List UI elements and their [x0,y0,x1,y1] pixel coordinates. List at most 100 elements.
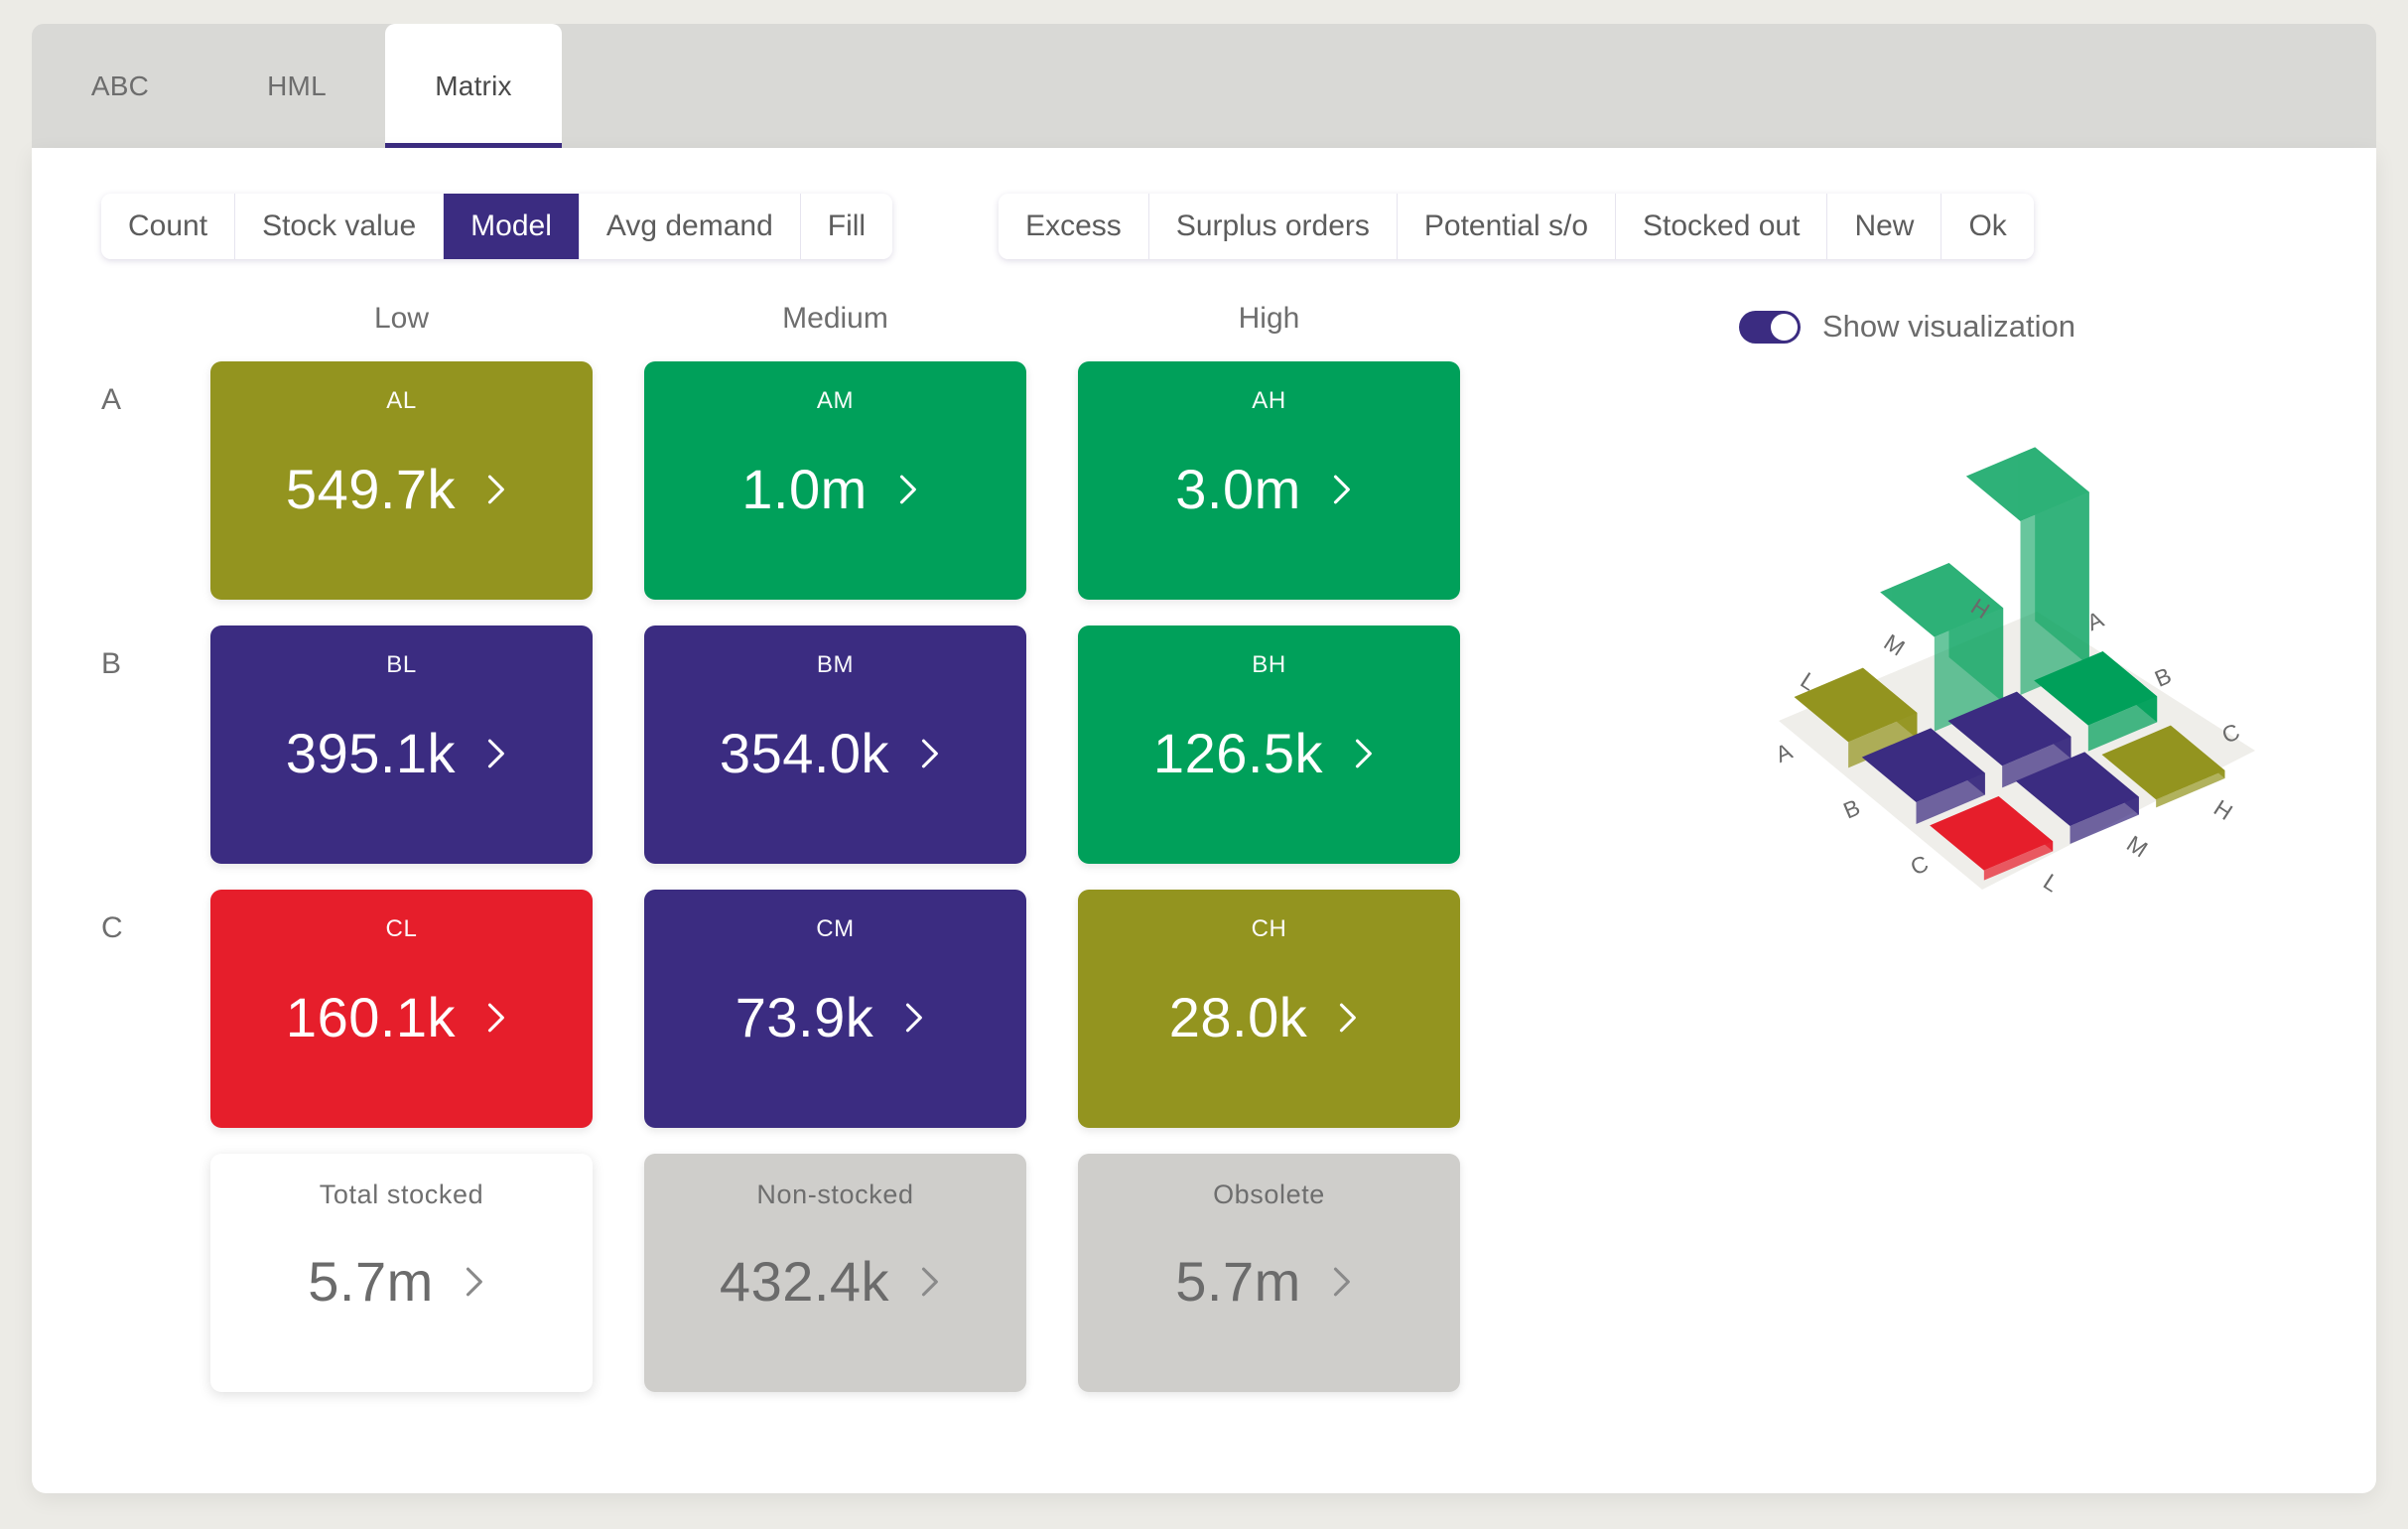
chevron-right-icon[interactable] [473,468,517,511]
seg-button-ok[interactable]: Ok [1941,194,2033,259]
matrix-row-cards: CL 160.1k CM 73.9k CH 28.0k [210,890,1460,1128]
chevron-right-icon[interactable] [885,468,929,511]
matrix-cell-al[interactable]: AL 549.7k [210,361,593,600]
tab-label: HML [267,70,327,102]
matrix-column-header-low: Low [210,302,593,361]
show-visualization-toggle[interactable] [1739,311,1801,344]
chevron-right-icon[interactable] [1319,1260,1363,1304]
matrix-cell-value-row: 126.5k [1078,721,1460,785]
tab-hml[interactable]: HML [208,24,385,148]
chart-axis-label-row-b: B [1839,794,1863,824]
matrix-cell-ah[interactable]: AH 3.0m [1078,361,1460,600]
matrix-cell-value: 3.0m [1175,457,1301,521]
summary-card-value-row: 5.7m [1078,1249,1460,1314]
seg-button-stock-value[interactable]: Stock value [235,194,444,259]
matrix-cell-code: BM [644,651,1026,679]
seg-button-excess[interactable]: Excess [999,194,1149,259]
chevron-right-icon[interactable] [473,996,517,1040]
chart-axis-label-col-h: H [2209,794,2237,825]
chart-axis-label-col-top-m: M [1879,628,1909,660]
matrix-column-headers: LowMediumHigh [210,302,1540,361]
summary-card-value: 5.7m [1175,1249,1301,1314]
matrix-cell-bh[interactable]: BH 126.5k [1078,626,1460,864]
chevron-right-icon[interactable] [452,1260,495,1304]
matrix-summary-row: Total stocked5.7m Non-stocked 432.4k Obsole… [101,1154,1540,1392]
main-panel: CountStock valueModelAvg demandFill Exce… [32,148,2376,1493]
matrix-cell-cm[interactable]: CM 73.9k [644,890,1026,1128]
tab-label: Matrix [435,70,511,102]
tab-label: ABC [91,70,149,102]
tab-abc[interactable]: ABC [32,24,208,148]
show-visualization-row: Show visualization [1739,302,2354,351]
matrix-cell-code: CL [210,915,593,943]
matrix-row: CCL160.1kCM73.9kCH28.0k [101,890,1540,1128]
visualization-area: Show visualization ABCABCLMHLMH [1739,302,2354,939]
matrix-cell-value: 126.5k [1153,721,1323,785]
app-window: ABCHMLMatrix CountStock valueModelAvg de… [32,24,2376,1493]
seg-button-stocked-out[interactable]: Stocked out [1616,194,1827,259]
show-visualization-label: Show visualization [1822,309,2075,345]
chart-axis-label-col-m: M [2122,830,2152,862]
seg-button-model[interactable]: Model [444,194,580,259]
seg-button-fill[interactable]: Fill [801,194,892,259]
matrix-3d-svg: ABCABCLMHLMH [1739,423,2295,939]
matrix-cell-am[interactable]: AM 1.0m [644,361,1026,600]
chevron-right-icon[interactable] [1325,996,1369,1040]
summary-card-value-row: 432.4k [644,1249,1026,1314]
matrix-cell-code: BL [210,651,593,679]
matrix-cell-code: BH [1078,651,1460,679]
matrix-row-label-b: B [101,626,210,681]
seg-button-count[interactable]: Count [101,194,235,259]
matrix-cell-code: AM [644,387,1026,415]
matrix-row-cards: BL 395.1k BM 354.0k BH 126.5k [210,626,1460,864]
summary-card-obsolete[interactable]: Obsolete5.7m [1078,1154,1460,1392]
matrix-cell-code: CH [1078,915,1460,943]
seg-button-new[interactable]: New [1827,194,1941,259]
chevron-right-icon[interactable] [891,996,935,1040]
summary-card-value: 432.4k [720,1249,889,1314]
chevron-right-icon[interactable] [1319,468,1363,511]
matrix-cell-value-row: 3.0m [1078,457,1460,521]
seg-button-surplus-orders[interactable]: Surplus orders [1149,194,1398,259]
matrix-cell-ch[interactable]: CH 28.0k [1078,890,1460,1128]
matrix-cell-value-row: 1.0m [644,457,1026,521]
matrix-cell-value: 354.0k [720,721,889,785]
filter-segmented-control: ExcessSurplus ordersPotential s/oStocked… [999,194,2034,259]
matrix-cell-value-row: 549.7k [210,457,593,521]
matrix-cell-value-row: 395.1k [210,721,593,785]
matrix-cell-value-row: 73.9k [644,985,1026,1049]
summary-card-value: 5.7m [308,1249,434,1314]
chevron-right-icon[interactable] [907,732,951,775]
matrix-row: BBL 395.1k BM 354.0k BH 126.5k [101,626,1540,864]
matrix-cell-value: 549.7k [286,457,456,521]
summary-card-value-row: 5.7m [210,1249,593,1314]
matrix-cell-cl[interactable]: CL 160.1k [210,890,593,1128]
matrix-cell-bm[interactable]: BM 354.0k [644,626,1026,864]
matrix-cell-code: AL [210,387,593,415]
matrix-cell-bl[interactable]: BL 395.1k [210,626,593,864]
seg-button-potential-s-o[interactable]: Potential s/o [1398,194,1616,259]
matrix-row: AAL 549.7k AM 1.0m AH 3.0m [101,361,1540,600]
matrix-cell-value: 1.0m [741,457,868,521]
metric-segmented-control: CountStock valueModelAvg demandFill [101,194,892,259]
matrix-3d-chart[interactable]: ABCABCLMHLMH [1739,423,2295,939]
seg-button-avg-demand[interactable]: Avg demand [580,194,801,259]
chevron-right-icon[interactable] [1341,732,1385,775]
matrix-cell-value: 28.0k [1169,985,1308,1049]
matrix-cell-code: CM [644,915,1026,943]
matrix-column-header-medium: Medium [644,302,1026,361]
matrix-cell-code: AH [1078,387,1460,415]
matrix-row-label-a: A [101,361,210,417]
matrix-grid: LowMediumHigh AAL549.7kAM1.0mAH3.0mBBL39… [101,302,1540,1418]
summary-card-non-stocked[interactable]: Non-stocked 432.4k [644,1154,1026,1392]
chart-axis-label-row-c: C [1907,850,1932,880]
chevron-right-icon[interactable] [473,732,517,775]
tab-matrix[interactable]: Matrix [385,24,562,148]
chevron-right-icon[interactable] [907,1260,951,1304]
matrix-cell-value-row: 160.1k [210,985,593,1049]
summary-card-label: Non-stocked [644,1180,1026,1210]
matrix-cell-value: 73.9k [736,985,874,1049]
summary-card-total-stocked[interactable]: Total stocked5.7m [210,1154,593,1392]
matrix-cell-value: 395.1k [286,721,456,785]
toggle-knob [1771,314,1798,341]
